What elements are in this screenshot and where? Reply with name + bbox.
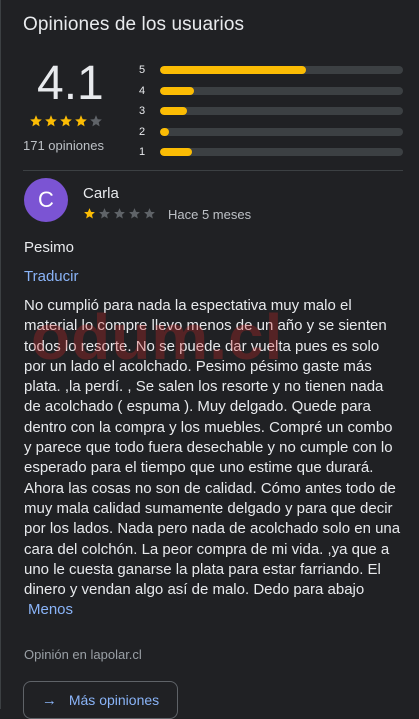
rating-bar-fill (160, 127, 169, 136)
rating-summary: 4.1 171 opiniones 5 4 3 2 1 (23, 56, 403, 166)
rating-bar-label: 4 (139, 84, 146, 97)
average-stars (29, 114, 104, 128)
reviews-panel: Opiniones de los usuarios 4.1 171 opinio… (0, 0, 419, 719)
arrow-right-icon: → (41, 691, 57, 709)
rating-bar-track (160, 148, 403, 157)
section-title: Opiniones de los usuarios (23, 14, 245, 35)
star-empty-icon (114, 208, 125, 219)
star-empty-icon (90, 115, 102, 127)
rating-bar-label: 5 (139, 64, 146, 77)
rating-bar-label: 1 (139, 146, 146, 159)
review-body: No cumplió para nada la espectativa muy … (24, 296, 404, 621)
rating-bar-row: 3 (139, 101, 403, 122)
rating-bar-label: 3 (139, 105, 146, 118)
less-link[interactable]: Menos (28, 601, 73, 618)
star-filled-icon (60, 115, 72, 127)
rating-bar-row: 4 (139, 81, 403, 102)
rating-bar-row: 2 (139, 122, 403, 143)
star-filled-icon (45, 115, 57, 127)
star-filled-icon (84, 208, 95, 219)
divider (23, 170, 403, 171)
rating-bar-row: 1 (139, 142, 403, 163)
rating-bar-fill (160, 107, 187, 116)
rating-bar-label: 2 (139, 125, 146, 138)
rating-bar-row: 5 (139, 60, 403, 81)
review-title: Pesimo (24, 239, 75, 256)
star-filled-icon (75, 115, 87, 127)
review-author: Carla (83, 185, 119, 202)
rating-bar-fill (160, 66, 306, 75)
more-reviews-label: Más opiniones (68, 692, 160, 708)
rating-bar-fill (160, 86, 195, 95)
avatar: C (24, 178, 68, 222)
star-empty-icon (129, 208, 140, 219)
review-text: No cumplió para nada la espectativa muy … (24, 297, 401, 599)
rating-bar-track (160, 107, 403, 116)
review-time: Hace 5 meses (168, 207, 252, 222)
more-reviews-button[interactable]: → Más opiniones (23, 681, 178, 719)
rating-bar-track (160, 127, 403, 136)
star-filled-icon (30, 115, 42, 127)
star-empty-icon (99, 208, 110, 219)
rating-bar-track (160, 86, 403, 95)
star-empty-icon (144, 208, 155, 219)
review-stars (83, 207, 158, 220)
translate-link[interactable]: Traducir (24, 268, 78, 285)
rating-bar-fill (160, 148, 192, 157)
review-count: 171 opiniones (23, 138, 104, 153)
review-source: Opinión en lapolar.cl (24, 647, 142, 662)
rating-bar-track (160, 66, 403, 75)
rating-distribution: 5 4 3 2 1 (139, 60, 403, 163)
average-score: 4.1 (37, 57, 104, 110)
